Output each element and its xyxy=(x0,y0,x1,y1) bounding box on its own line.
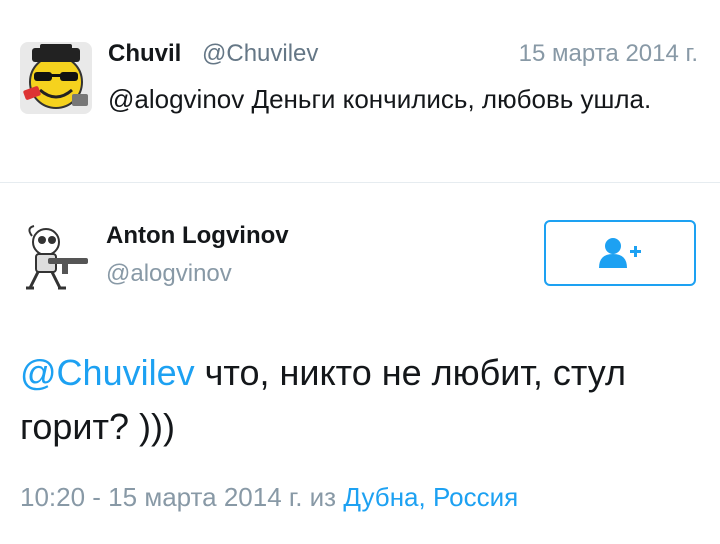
chuvil-avatar[interactable] xyxy=(20,42,92,114)
troll-face-avatar-icon xyxy=(20,42,92,114)
main-tweet-text: @Chuvilev что, никто не любит, стул гори… xyxy=(20,346,700,454)
main-author-name[interactable]: Anton Logvinov xyxy=(106,222,289,250)
parent-author-handle[interactable]: @Chuvilev xyxy=(202,40,318,68)
robot-gunner-avatar-icon xyxy=(18,222,92,296)
parent-tweet[interactable]: Chuvil @Chuvilev 15 марта 2014 г. @alogv… xyxy=(0,0,720,183)
parent-author-name[interactable]: Chuvil xyxy=(108,40,181,68)
parent-tweet-text: @alogvinov Деньги кончились, любовь ушла… xyxy=(108,84,652,114)
main-author-handle[interactable]: @alogvinov xyxy=(106,260,232,288)
tweet-location-link[interactable]: Дубна, Россия xyxy=(343,482,518,512)
tweet-meta: 10:20 - 15 марта 2014 г. из Дубна, Росси… xyxy=(20,482,518,513)
follow-button[interactable] xyxy=(544,220,696,286)
anton-avatar[interactable] xyxy=(18,222,92,296)
tweet-timestamp[interactable]: 10:20 - 15 марта 2014 г. из xyxy=(20,482,343,512)
parent-tweet-date[interactable]: 15 марта 2014 г. xyxy=(519,40,698,68)
mention-link[interactable]: @Chuvilev xyxy=(20,352,195,393)
follow-user-plus-icon xyxy=(599,238,641,268)
